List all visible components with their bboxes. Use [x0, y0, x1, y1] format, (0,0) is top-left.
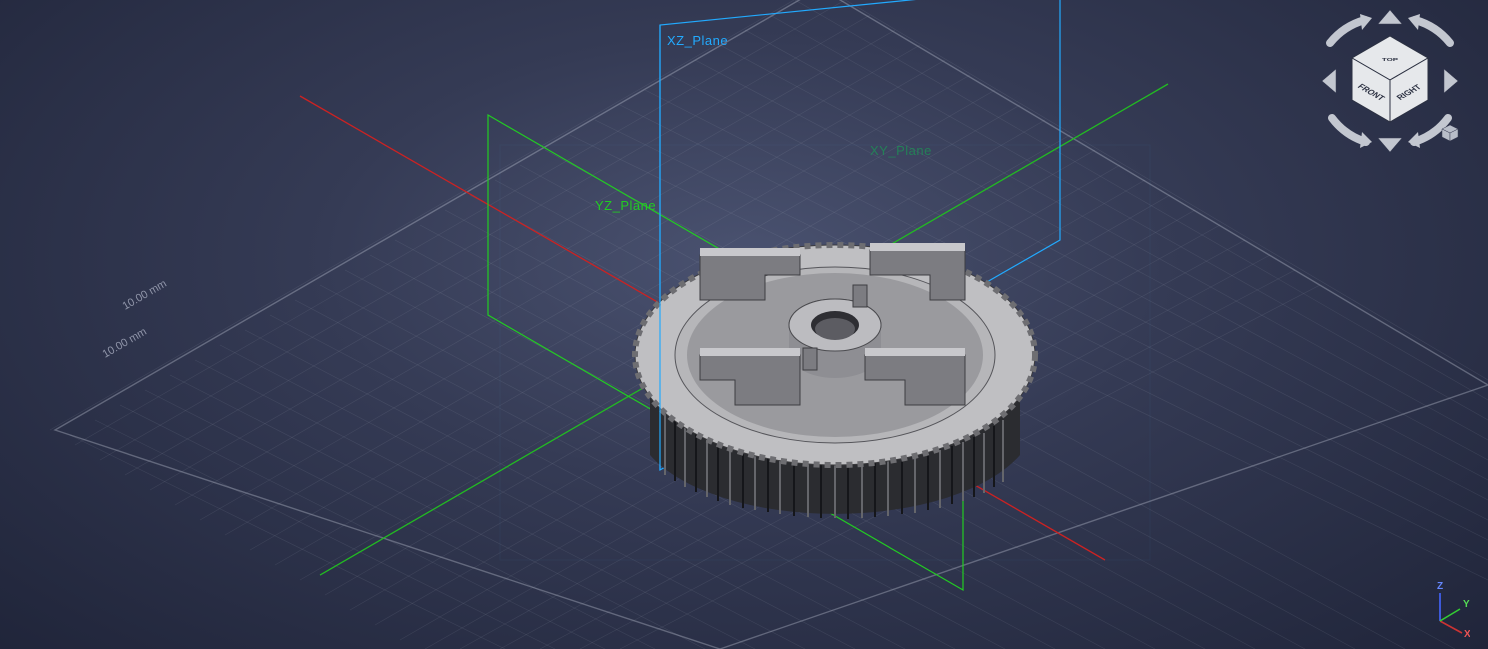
axis-z-label: Z — [1437, 581, 1443, 592]
navcube-cube[interactable]: TOP FRONT RIGHT — [1352, 36, 1428, 122]
xy-plane-label: XY_Plane — [870, 143, 932, 158]
xz-plane-label: XZ_Plane — [667, 33, 728, 48]
navcube-up-arrow[interactable] — [1378, 10, 1402, 24]
cad-viewport[interactable]: 10.00 mm 10.00 mm XZ_Plane YZ_Plane XY_P… — [0, 0, 1488, 649]
axis-x-label: X — [1464, 629, 1470, 639]
gear-model[interactable] — [635, 243, 1035, 519]
yz-plane-label: YZ_Plane — [595, 198, 656, 213]
grid-dimension-label: 10.00 mm — [121, 278, 169, 313]
navcube-left-arrow[interactable] — [1322, 69, 1336, 93]
navigation-cube[interactable]: TOP FRONT RIGHT — [1310, 8, 1470, 158]
grid-dimension-label: 10.00 mm — [101, 326, 149, 361]
axis-triad: Z Y X — [1410, 579, 1470, 639]
axis-y-label: Y — [1463, 599, 1470, 610]
navcube-top-label: TOP — [1382, 57, 1399, 62]
navcube-right-arrow[interactable] — [1444, 69, 1458, 93]
navcube-down-arrow[interactable] — [1378, 138, 1402, 152]
